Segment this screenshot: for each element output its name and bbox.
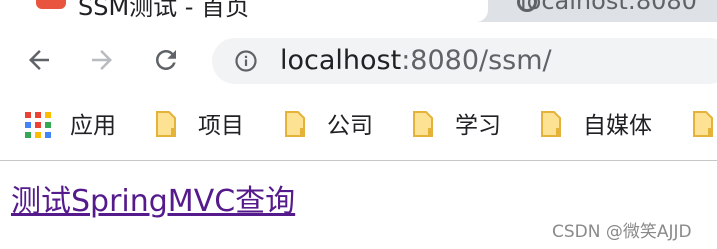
info-icon[interactable]: [234, 49, 258, 73]
reload-icon: [156, 50, 176, 70]
bookmarks-bar: 应用 项目 公司 学习 自媒体: [0, 100, 717, 161]
url-host: localhost: [280, 45, 402, 76]
apps-grid-icon[interactable]: [25, 112, 51, 138]
bookmark-item-label[interactable]: 公司: [327, 111, 373, 141]
tab-strip: SSM测试 - 首页 localhost:8080: [0, 0, 717, 22]
reload-button[interactable]: [146, 40, 186, 80]
bookmark-apps-label[interactable]: 应用: [70, 111, 116, 141]
csdn-watermark: CSDN @微笑AJJD: [552, 222, 692, 242]
arrow-left-icon: [29, 50, 49, 70]
page-content: 测试SpringMVC查询 CSDN @微笑AJJD: [0, 161, 717, 249]
folder-icon: [156, 111, 176, 137]
browser-toolbar: localhost:8080/ssm/: [0, 22, 717, 100]
url-text[interactable]: localhost:8080/ssm/: [280, 43, 552, 79]
forward-button[interactable]: [82, 40, 122, 80]
folder-icon: [285, 111, 305, 137]
tab-favicon-icon: [36, 0, 66, 9]
springmvc-query-link[interactable]: 测试SpringMVC查询: [11, 182, 295, 222]
address-bar[interactable]: localhost:8080/ssm/: [212, 38, 717, 84]
bookmark-item-label[interactable]: 学习: [455, 111, 501, 141]
bookmark-item-label[interactable]: 项目: [198, 111, 244, 141]
folder-icon: [413, 111, 433, 137]
tab-active[interactable]: SSM测试 - 首页: [0, 0, 488, 22]
url-path: :8080/ssm/: [401, 45, 552, 76]
folder-icon[interactable]: [692, 110, 714, 138]
tab-active-title: SSM测试 - 首页: [78, 0, 250, 21]
arrow-right-icon: [92, 50, 112, 70]
back-button[interactable]: [19, 40, 59, 80]
tab-second-title[interactable]: localhost:8080: [520, 0, 697, 15]
bookmark-item-label[interactable]: 自媒体: [583, 111, 652, 141]
folder-icon: [541, 111, 561, 137]
